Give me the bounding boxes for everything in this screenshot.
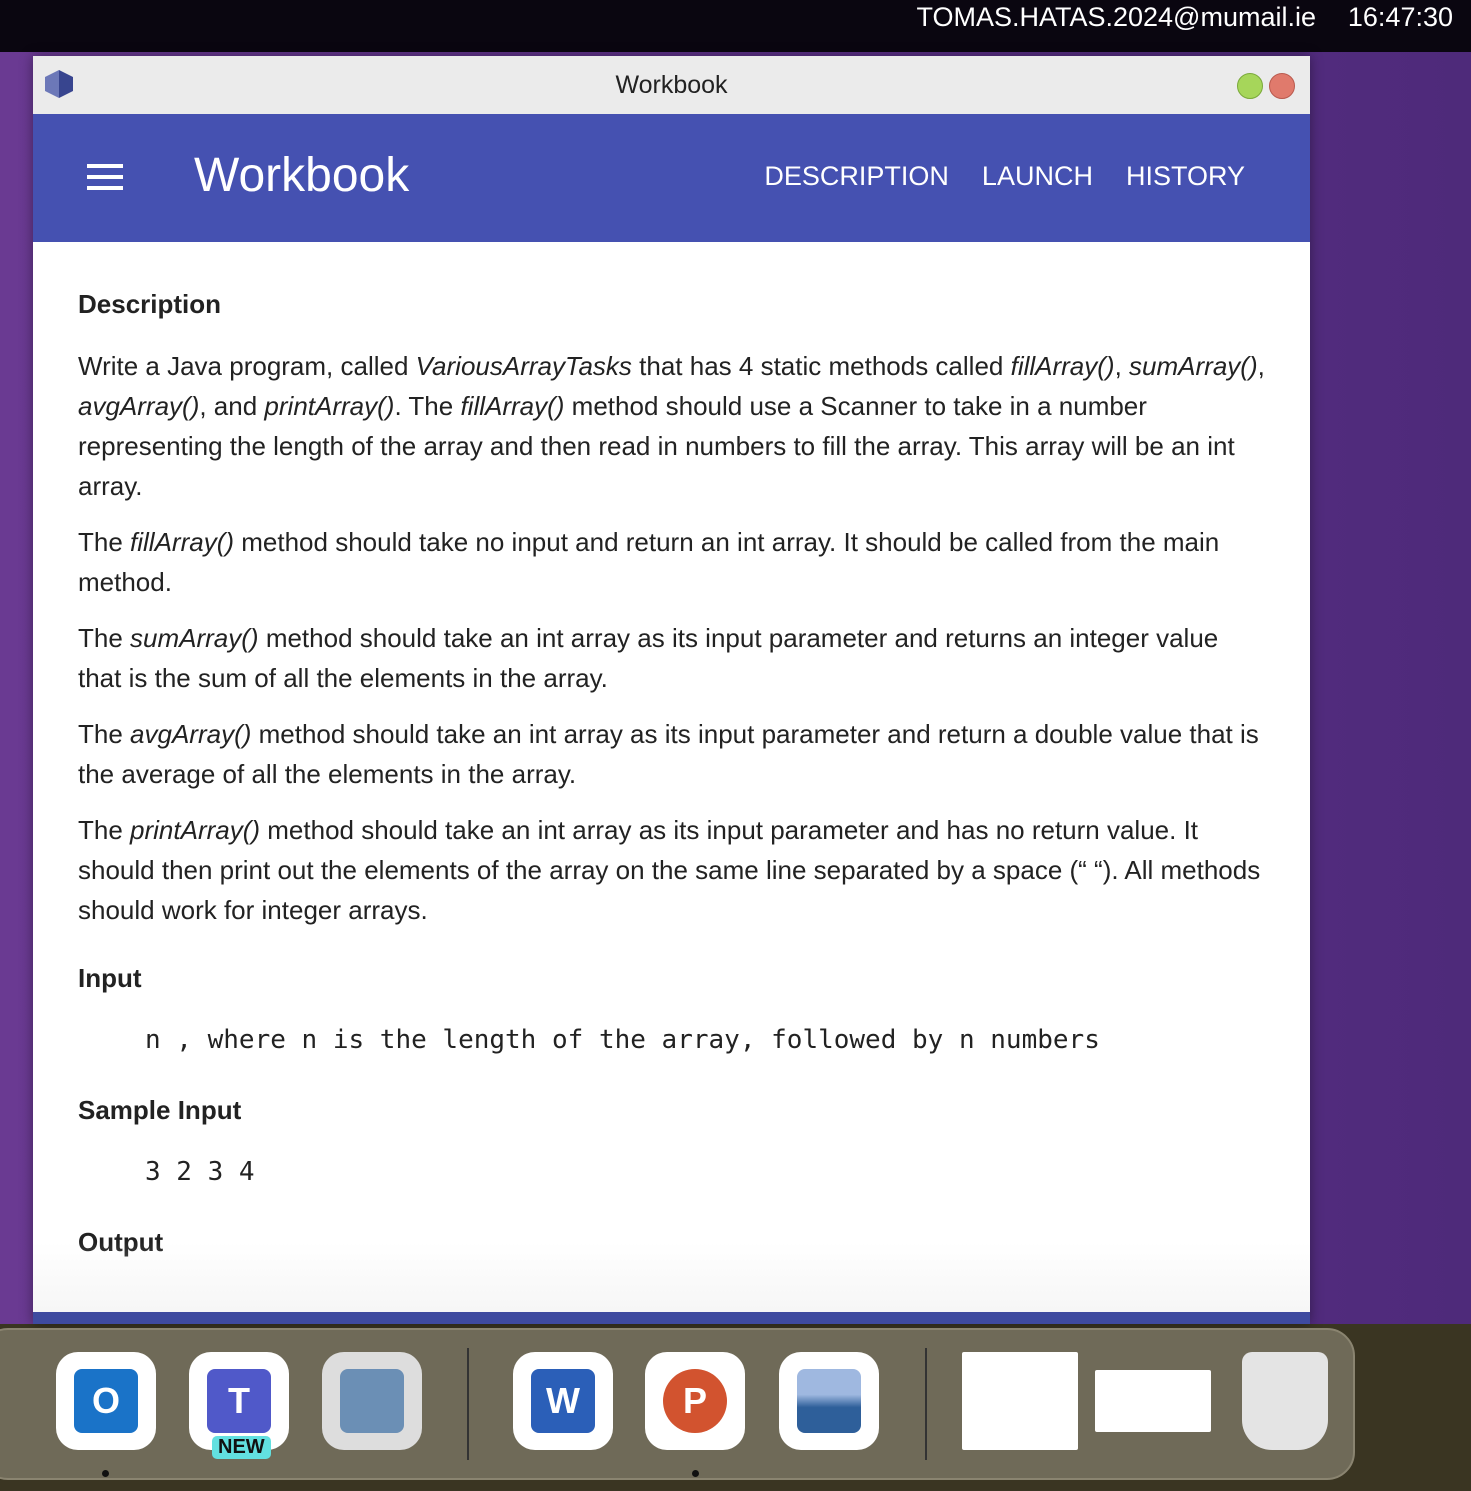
hamburger-menu-icon[interactable]: [87, 164, 123, 190]
code-name: printArray(): [130, 815, 261, 845]
dock-outlook-window[interactable]: [1095, 1370, 1211, 1432]
workbook-window: Workbook Workbook DESCRIPTION LAUNCH HIS…: [33, 56, 1310, 1324]
running-indicator: [692, 1470, 699, 1477]
dock-bluej[interactable]: [322, 1352, 422, 1450]
input-spec: n , where n is the length of the array, …: [145, 1025, 1100, 1055]
tab-launch[interactable]: LAUNCH: [982, 161, 1093, 192]
maximize-button[interactable]: [1237, 73, 1263, 99]
description-paragraph: The avgArray() method should take an int…: [78, 714, 1265, 794]
preview-icon: [797, 1369, 861, 1433]
text-segment: The: [78, 719, 131, 749]
description-heading: Description: [78, 289, 222, 319]
description-paragraph: The sumArray() method should take an int…: [78, 618, 1265, 698]
dock-separator: [925, 1348, 927, 1460]
sample-input: 3 2 3 4: [145, 1157, 255, 1187]
text-segment: The: [78, 815, 131, 845]
new-badge: NEW: [212, 1436, 271, 1459]
code-name: fillArray(): [1010, 351, 1115, 381]
dock-outlook[interactable]: O: [56, 1352, 156, 1450]
sample-input-heading: Sample Input: [78, 1095, 242, 1125]
code-name: avgArray(): [78, 391, 200, 421]
input-heading: Input: [78, 963, 142, 993]
dock-separator: [467, 1348, 469, 1460]
dock-finder-window[interactable]: [962, 1352, 1078, 1450]
powerpoint-icon: P: [663, 1369, 727, 1433]
clock[interactable]: 16:47:30: [1348, 2, 1453, 33]
app-bar: Workbook DESCRIPTION LAUNCH HISTORY: [33, 114, 1310, 242]
menu-bar: TOMAS.HATAS.2024@mumail.ie 16:47:30: [0, 0, 1471, 52]
outlook-icon: O: [74, 1369, 138, 1433]
text-segment: Write a Java program, called: [78, 351, 416, 381]
dock-preview[interactable]: [779, 1352, 879, 1450]
code-name: printArray(): [264, 391, 395, 421]
app-title: Workbook: [194, 149, 410, 202]
bottom-bar: [33, 1312, 1310, 1324]
trash-icon[interactable]: [1242, 1352, 1328, 1450]
window-title: Workbook: [615, 71, 728, 99]
teams-icon: T: [207, 1369, 271, 1433]
word-icon: W: [531, 1369, 595, 1433]
content: Description Write a Java program, called…: [33, 242, 1310, 1262]
text-segment: , and: [199, 391, 265, 421]
description-paragraph: The printArray() method should take an i…: [78, 810, 1265, 930]
code-name: sumArray(): [1129, 351, 1258, 381]
dock-powerpoint[interactable]: P: [645, 1352, 745, 1450]
app-cube-icon: [45, 70, 73, 98]
code-name: VariousArrayTasks: [415, 351, 632, 381]
text-segment: The: [78, 623, 131, 653]
text-segment: method should take an int array as its i…: [78, 719, 1259, 789]
text-segment: ,: [1114, 351, 1130, 381]
description-paragraph: Write a Java program, called VariousArra…: [78, 346, 1265, 506]
text-segment: method should take no input and return a…: [78, 527, 1220, 597]
code-name: fillArray(): [130, 527, 235, 557]
text-segment: that has 4 static methods called: [631, 351, 1011, 381]
code-name: avgArray(): [130, 719, 252, 749]
code-name: sumArray(): [130, 623, 259, 653]
description-paragraph: The fillArray() method should take no in…: [78, 522, 1265, 602]
user-account[interactable]: TOMAS.HATAS.2024@mumail.ie: [916, 2, 1316, 33]
tab-history[interactable]: HISTORY: [1126, 161, 1245, 192]
code-name: fillArray(): [460, 391, 565, 421]
text-segment: . The: [394, 391, 461, 421]
description-text: Write a Java program, called VariousArra…: [78, 346, 1265, 930]
scroll-fade: [33, 1242, 1310, 1312]
dock-word[interactable]: W: [513, 1352, 613, 1450]
bluej-bird-icon: [340, 1369, 404, 1433]
title-bar[interactable]: Workbook: [33, 56, 1310, 114]
tab-description[interactable]: DESCRIPTION: [764, 161, 949, 192]
text-segment: The: [78, 527, 131, 557]
running-indicator: [102, 1470, 109, 1477]
dock: O T NEW W P: [0, 1328, 1355, 1480]
nav-tabs: DESCRIPTION LAUNCH HISTORY: [764, 161, 1245, 192]
text-segment: ,: [1257, 351, 1265, 381]
close-button[interactable]: [1269, 73, 1295, 99]
